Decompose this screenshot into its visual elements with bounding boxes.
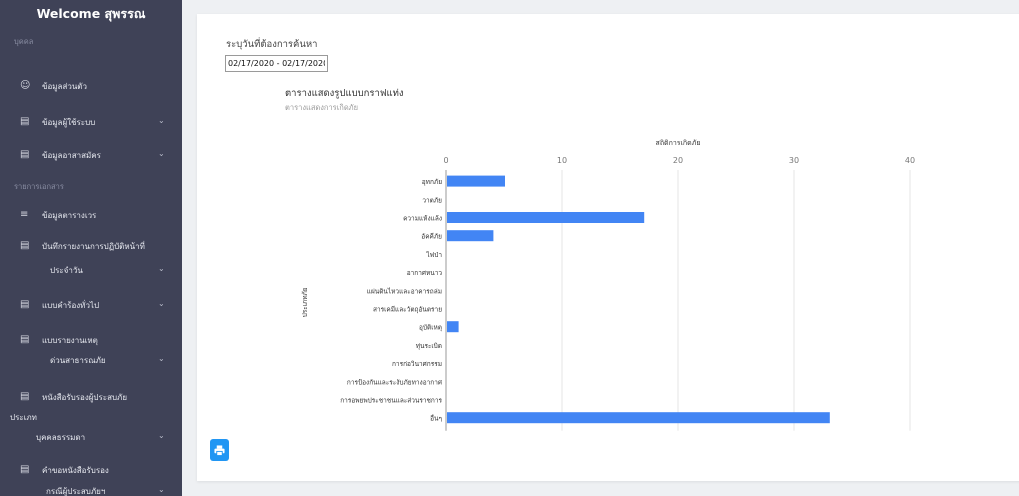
sidebar-item-certificate-request[interactable]: ▤ คำขอหนังสือรับรอง กรณีผู้ประสบภัยฯ ⌄	[0, 464, 182, 496]
chart-title: สถิติการเกิดภัย	[656, 139, 701, 147]
list-icon: ≡	[20, 209, 29, 220]
chevron-down-icon: ⌄	[158, 354, 165, 363]
sidebar-item-label-line2: ประเภท	[10, 413, 37, 422]
y-tick-label: ไฟป่า	[425, 251, 442, 259]
id-card-icon: ▤	[20, 116, 30, 127]
bar	[447, 175, 505, 187]
sidebar-item-label: ข้อมูลผู้ใช้ระบบ	[42, 118, 96, 127]
sidebar-item-label: แบบคำร้องทั่วไป	[42, 301, 100, 310]
y-tick-label: อุบัติเหตุ	[419, 324, 442, 332]
sidebar-item-user-info[interactable]: ▤ ข้อมูลผู้ใช้ระบบ ⌄	[0, 116, 182, 132]
bar	[447, 321, 459, 333]
y-tick-label: การก่อวินาศกรรม	[392, 360, 442, 368]
document-icon: ▤	[20, 240, 30, 251]
sidebar-item-duty[interactable]: ≡ ข้อมูลตารางเวร	[0, 209, 182, 225]
bar-chart: สถิติการเกิดภัย 0 10 20 30 40 อุทกภัยวาตภัยควา…	[301, 139, 915, 431]
x-tick-label: 10	[557, 156, 567, 165]
x-tick-label: 0	[443, 156, 448, 165]
y-tick-label: อื่นๆ	[430, 414, 442, 423]
x-tick-label: 40	[905, 156, 915, 165]
sidebar-item-label-line2: กรณีผู้ประสบภัยฯ	[46, 487, 106, 496]
sidebar: Welcome สุพรรณ บุคคล ☺ ข้อมูลส่วนตัว ▤ ข…	[0, 0, 182, 496]
document-icon: ▤	[20, 334, 30, 345]
y-axis-label: ประเภทภัย	[301, 287, 309, 317]
main-card: ระบุวันที่ต้องการค้นหา ตารางแสดงรูปแบบกร…	[197, 14, 1019, 481]
sidebar-item-general-form[interactable]: ▤ แบบคำร้องทั่วไป ⌄	[0, 299, 182, 315]
bar	[447, 230, 494, 242]
print-button[interactable]	[210, 439, 229, 461]
document-icon: ▤	[20, 299, 30, 310]
x-tick-label: 30	[789, 156, 799, 165]
id-card-icon: ▤	[20, 149, 30, 160]
user-icon: ☺	[20, 80, 31, 91]
sidebar-item-volunteer[interactable]: ▤ ข้อมูลอาสาสมัคร ⌄	[0, 149, 182, 165]
y-tick-label: อากาศหนาว	[407, 269, 443, 277]
welcome-title: Welcome สุพรรณ	[36, 6, 146, 21]
sidebar-item-incident-report[interactable]: ▤ แบบรายงานเหตุ ด่วนสาธารณภัย ⌄	[0, 334, 182, 370]
y-tick-label: อัคคีภัย	[421, 233, 442, 241]
y-tick-label: แผ่นดินไหวและอาคารถล่ม	[367, 287, 442, 295]
sidebar-item-label: หนังสือรับรองผู้ประสบภัย	[42, 393, 127, 402]
sidebar-item-victim-certificate[interactable]: ▤ หนังสือรับรองผู้ประสบภัย ประเภท บุคคลธ…	[0, 391, 182, 443]
chevron-down-icon: ⌄	[158, 149, 165, 158]
y-tick-label: สารเคมีและวัตถุอันตราย	[373, 306, 442, 314]
bar	[447, 412, 830, 424]
sidebar-item-label: ข้อมูลส่วนตัว	[42, 82, 87, 91]
x-tick-label: 20	[673, 156, 683, 165]
y-tick-label: การป้องกันและระงับภัยทางอากาศ	[347, 378, 443, 386]
y-tick-label: การอพยพประชาชนและส่วนราชการ	[340, 397, 442, 405]
y-tick-label: ความแห้งแล้ง	[403, 215, 442, 223]
sidebar-item-personal[interactable]: ☺ ข้อมูลส่วนตัว	[0, 80, 182, 96]
sidebar-item-label: บันทึกรายงานการปฏิบัติหน้าที่	[42, 242, 145, 251]
document-icon: ▤	[20, 464, 30, 475]
y-tick-label: อุทกภัย	[422, 178, 442, 186]
sidebar-item-label: แบบรายงานเหตุ	[42, 336, 98, 345]
chevron-down-icon: ⌄	[158, 485, 165, 494]
sidebar-item-daily-log[interactable]: ▤ บันทึกรายงานการปฏิบัติหน้าที่ ประจำวัน…	[0, 240, 182, 276]
bar	[447, 212, 645, 223]
document-icon: ▤	[20, 391, 30, 402]
sidebar-item-label: คำขอหนังสือรับรอง	[42, 466, 109, 475]
y-tick-label: วาตภัย	[422, 196, 442, 204]
print-icon	[214, 444, 225, 456]
sidebar-item-label-line2: ด่วนสาธารณภัย	[50, 356, 106, 365]
section-label-docs: รายการเอกสาร	[14, 182, 64, 191]
section-label-person: บุคคล	[14, 37, 34, 46]
chevron-down-icon: ⌄	[158, 299, 165, 308]
chevron-down-icon: ⌄	[158, 431, 165, 440]
sidebar-item-label: ข้อมูลตารางเวร	[42, 211, 97, 220]
sidebar-item-label: ข้อมูลอาสาสมัคร	[42, 151, 101, 160]
chevron-down-icon: ⌄	[158, 116, 165, 125]
y-tick-label: ทุ่นระเบิด	[416, 342, 442, 350]
chevron-down-icon: ⌄	[158, 264, 165, 273]
sidebar-item-label-line3: บุคคลธรรมดา	[36, 433, 86, 442]
sidebar-item-label-line2: ประจำวัน	[50, 266, 83, 275]
